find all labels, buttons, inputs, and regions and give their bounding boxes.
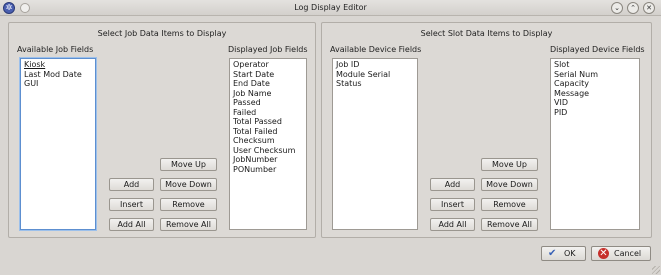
slot-remove-button[interactable]: Remove (481, 198, 538, 211)
list-item[interactable]: Job Name (233, 89, 303, 99)
list-item[interactable]: Serial Num (554, 70, 636, 80)
list-item[interactable]: Total Failed (233, 127, 303, 137)
resize-grip[interactable] (652, 266, 660, 274)
list-item[interactable]: JobNumber (233, 155, 303, 165)
list-item[interactable]: Passed (233, 98, 303, 108)
minimize-icon[interactable]: ⌄ (611, 2, 623, 14)
cancel-button[interactable]: ✕ Cancel (591, 246, 651, 261)
list-item[interactable]: Start Date (233, 70, 303, 80)
window-title: Log Display Editor (294, 3, 367, 12)
job-add-all-button[interactable]: Add All (109, 218, 154, 231)
job-panel-title: Select Job Data Items to Display (97, 29, 227, 38)
job-insert-button[interactable]: Insert (109, 198, 154, 211)
job-move-up-button[interactable]: Move Up (160, 158, 217, 171)
slot-add-button[interactable]: Add (430, 178, 475, 191)
job-remove-all-button[interactable]: Remove All (160, 218, 217, 231)
list-item[interactable]: PONumber (233, 165, 303, 175)
title-bar[interactable]: ✲ Log Display Editor ⌄ ⌃ ✕ (0, 0, 661, 16)
cancel-label: Cancel (614, 249, 642, 258)
list-item[interactable]: Message (554, 89, 636, 99)
list-item[interactable]: End Date (233, 79, 303, 89)
close-icon[interactable]: ✕ (643, 2, 655, 14)
list-item[interactable]: Status (336, 79, 414, 89)
checkmark-icon: ✔ (548, 248, 557, 259)
ok-label: OK (564, 249, 576, 258)
list-item[interactable]: Last Mod Date (24, 70, 92, 80)
job-move-down-button[interactable]: Move Down (160, 178, 217, 191)
displayed-job-fields-list[interactable]: Operator Start Date End Date Job Name Pa… (229, 58, 307, 230)
displayed-device-fields-list[interactable]: Slot Serial Num Capacity Message VID PID (550, 58, 640, 230)
displayed-job-fields-label: Displayed Job Fields (228, 45, 308, 54)
list-item[interactable]: Slot (554, 60, 636, 70)
slot-panel-title: Select Slot Data Items to Display (420, 29, 553, 38)
cancel-icon: ✕ (598, 248, 609, 259)
ok-button[interactable]: ✔ OK (541, 246, 586, 261)
maximize-icon[interactable]: ⌃ (627, 2, 639, 14)
list-item[interactable]: Kiosk (24, 60, 92, 70)
available-device-fields-label: Available Device Fields (330, 45, 422, 54)
list-item[interactable]: Job ID (336, 60, 414, 70)
list-item[interactable]: Checksum (233, 136, 303, 146)
available-device-fields-list[interactable]: Job ID Module Serial Status (332, 58, 418, 230)
slot-move-down-button[interactable]: Move Down (481, 178, 538, 191)
list-item[interactable]: Total Passed (233, 117, 303, 127)
slot-add-all-button[interactable]: Add All (430, 218, 475, 231)
slot-remove-all-button[interactable]: Remove All (481, 218, 538, 231)
list-item[interactable]: Operator (233, 60, 303, 70)
slot-move-up-button[interactable]: Move Up (481, 158, 538, 171)
displayed-device-fields-label: Displayed Device Fields (550, 45, 645, 54)
available-job-fields-label: Available Job Fields (17, 45, 94, 54)
list-item[interactable]: GUI (24, 79, 92, 89)
list-item[interactable]: PID (554, 108, 636, 118)
list-item[interactable]: Module Serial (336, 70, 414, 80)
available-job-fields-list[interactable]: Kiosk Last Mod Date GUI (20, 58, 96, 230)
job-remove-button[interactable]: Remove (160, 198, 217, 211)
job-add-button[interactable]: Add (109, 178, 154, 191)
list-item[interactable]: Capacity (554, 79, 636, 89)
list-item[interactable]: User Checksum (233, 146, 303, 156)
list-item[interactable]: Failed (233, 108, 303, 118)
list-item[interactable]: VID (554, 98, 636, 108)
slot-insert-button[interactable]: Insert (430, 198, 475, 211)
